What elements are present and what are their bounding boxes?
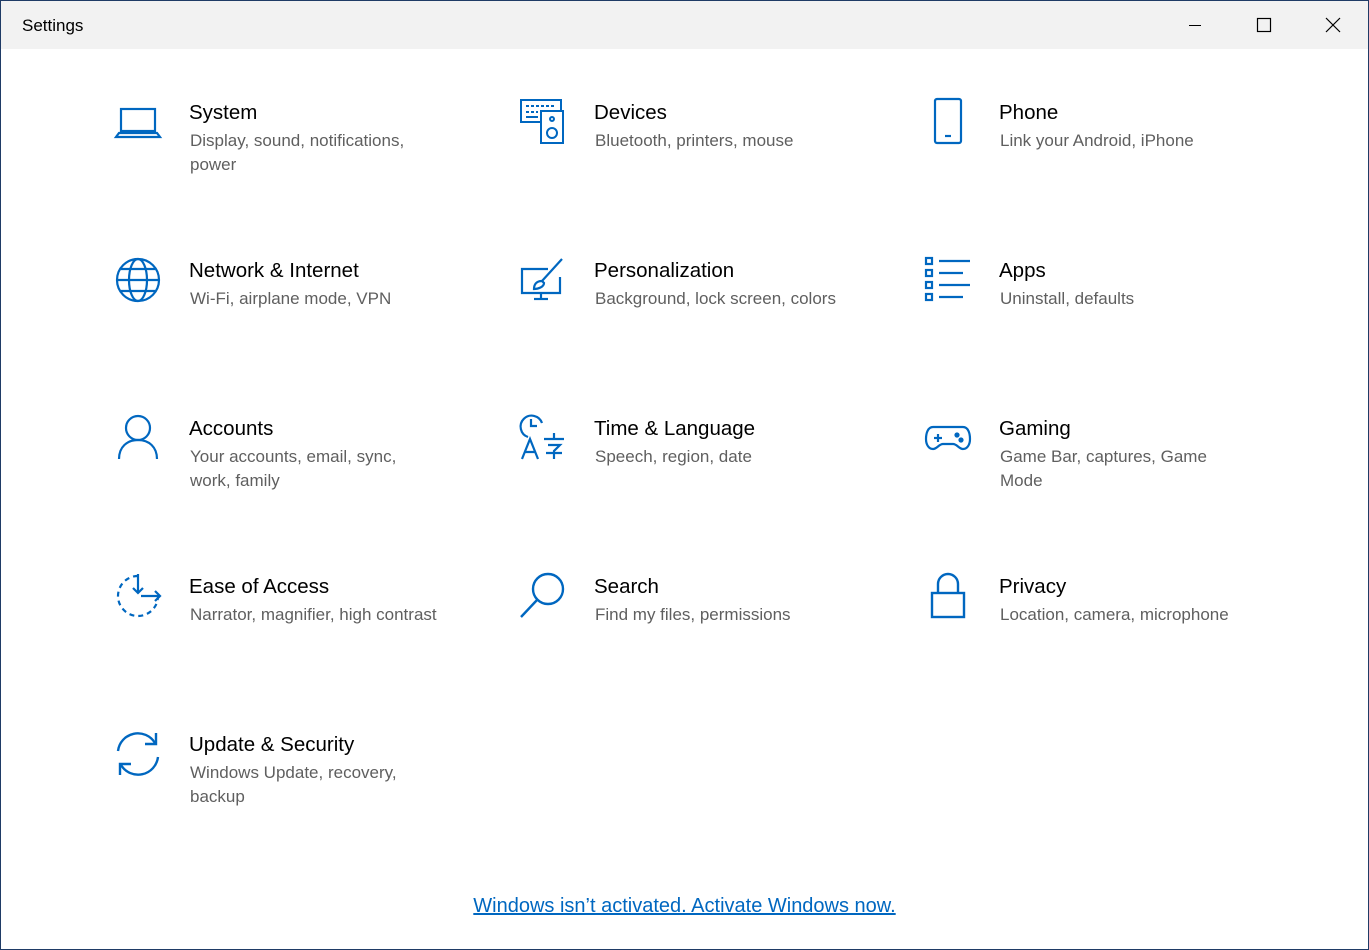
tile-network[interactable]: Network & Internet Wi-Fi, airplane mode,… [113,255,493,365]
paint-brush-icon [518,255,568,305]
magnifier-icon [518,571,568,621]
keyboard-speaker-icon [518,97,568,147]
tile-search[interactable]: Search Find my files, permissions [518,571,898,681]
tile-description: Bluetooth, printers, mouse [595,131,794,150]
close-button[interactable] [1298,1,1367,49]
tile-title: Update & Security [189,733,355,756]
tile-time-language[interactable]: Time & Language Speech, region, date [518,413,898,523]
tile-title: Phone [999,101,1059,124]
gamepad-icon [923,413,973,463]
tile-title: Gaming [999,417,1071,440]
tile-gaming[interactable]: Gaming Game Bar, captures, Game Mode [923,413,1303,523]
tile-system[interactable]: System Display, sound, notifications, po… [113,97,493,207]
settings-grid: System Display, sound, notifications, po… [1,49,1368,869]
activate-windows-link[interactable]: Windows isn’t activated. Activate Window… [473,895,895,917]
tile-title: System [189,101,258,124]
activation-notice: Windows isn’t activated. Activate Window… [1,895,1368,918]
ease-of-access-icon [113,571,163,621]
tile-description: Wi-Fi, airplane mode, VPN [190,289,392,308]
tile-privacy[interactable]: Privacy Location, camera, microphone [923,571,1303,681]
minimize-icon [1188,25,1201,26]
sync-arrows-icon [113,729,163,779]
maximize-button[interactable] [1229,1,1298,49]
window-title: Settings [22,16,84,35]
globe-icon [113,255,163,305]
tile-description: Your accounts, email, sync, work, family [190,447,397,490]
tile-title: Ease of Access [189,575,330,598]
title-bar[interactable]: Settings [1,1,1368,49]
close-icon [1325,17,1340,33]
tile-description: Speech, region, date [595,447,752,466]
tile-description: Game Bar, captures, Game Mode [1000,447,1207,490]
tile-title: Devices [594,101,667,124]
maximize-icon [1256,17,1271,33]
time-language-icon [518,413,568,463]
tile-title: Network & Internet [189,259,359,282]
phone-icon [923,97,973,147]
tile-title: Search [594,575,659,598]
tile-ease-of-access[interactable]: Ease of Access Narrator, magnifier, high… [113,571,493,681]
tile-update-security[interactable]: Update & Security Windows Update, recove… [113,729,493,839]
minimize-button[interactable] [1160,1,1229,49]
tile-title: Accounts [189,417,274,440]
tile-description: Background, lock screen, colors [595,289,836,308]
tile-title: Time & Language [594,417,756,440]
tile-description: Narrator, magnifier, high contrast [190,605,437,624]
lock-icon [923,571,973,621]
tile-apps[interactable]: Apps Uninstall, defaults [923,255,1303,365]
tile-personalization[interactable]: Personalization Background, lock screen,… [518,255,898,365]
tile-description: Link your Android, iPhone [1000,131,1194,150]
tile-description: Location, camera, microphone [1000,605,1229,624]
app-list-icon [923,255,973,305]
tile-description: Uninstall, defaults [1000,289,1135,308]
laptop-icon [113,97,163,147]
tile-devices[interactable]: Devices Bluetooth, printers, mouse [518,97,898,207]
tile-description: Windows Update, recovery, backup [190,763,397,806]
tile-title: Personalization [594,259,735,282]
tile-description: Display, sound, notifications, power [190,131,405,174]
tile-title: Privacy [999,575,1067,598]
settings-window: Settings System Display, sound, notifica… [0,0,1369,950]
tile-phone[interactable]: Phone Link your Android, iPhone [923,97,1303,207]
tile-accounts[interactable]: Accounts Your accounts, email, sync, wor… [113,413,493,523]
person-icon [113,413,163,463]
tile-description: Find my files, permissions [595,605,791,624]
tile-title: Apps [999,259,1046,282]
